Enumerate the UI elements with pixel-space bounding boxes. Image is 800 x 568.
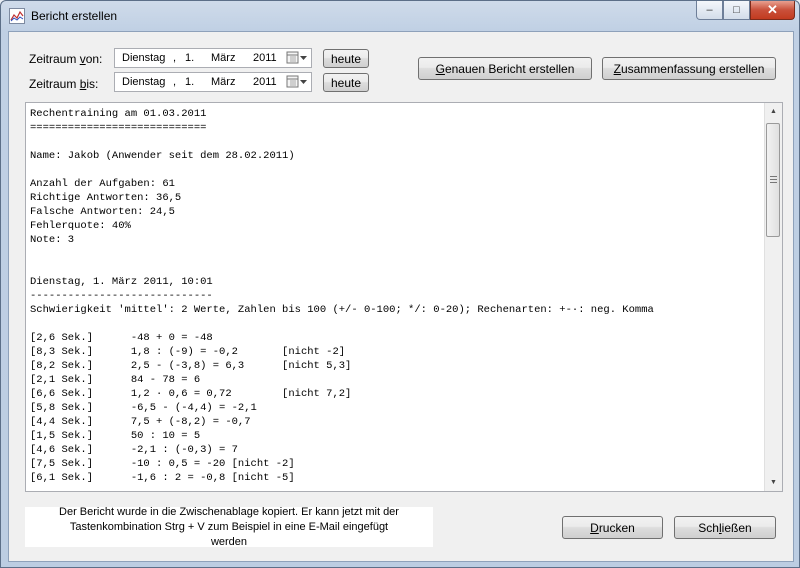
to-sep: , — [173, 76, 177, 88]
today-to-button[interactable]: heute — [323, 73, 369, 92]
minimize-icon: – — [706, 4, 713, 16]
status-text: Der Bericht wurde in die Zwischenablage … — [59, 505, 399, 548]
vertical-scrollbar[interactable]: ▲ ▼ — [764, 103, 782, 491]
minimize-button[interactable]: – — [696, 1, 723, 20]
window-title: Bericht erstellen — [31, 9, 118, 23]
calendar-icon[interactable] — [286, 51, 308, 65]
close-window-button[interactable]: ✕ — [750, 1, 795, 20]
from-year: 2011 — [253, 52, 277, 64]
report-text: Rechentraining am 01.03.2011 ===========… — [30, 108, 654, 484]
period-to-datepicker[interactable]: Dienstag , 1. März 2011 — [114, 72, 312, 92]
period-to-label: Zeitraum bis: — [29, 77, 99, 91]
report-window: Bericht erstellen – □ ✕ Zeitraum von: Di… — [0, 0, 800, 568]
period-from-label: Zeitraum von: — [29, 52, 103, 66]
to-weekday: Dienstag — [122, 76, 166, 88]
from-day: 1. — [185, 52, 195, 64]
scroll-down-icon[interactable]: ▼ — [765, 474, 782, 491]
scroll-up-icon[interactable]: ▲ — [765, 103, 782, 120]
close-icon: ✕ — [767, 2, 778, 17]
report-textarea[interactable]: Rechentraining am 01.03.2011 ===========… — [25, 102, 783, 492]
to-year: 2011 — [253, 76, 277, 88]
close-button[interactable]: Sch l ießen — [674, 516, 776, 539]
chart-icon[interactable] — [9, 8, 25, 24]
today-from-button[interactable]: heute — [323, 49, 369, 68]
maximize-button[interactable]: □ — [723, 1, 750, 20]
print-button[interactable]: Drucken — [562, 516, 663, 539]
window-controls: – □ ✕ — [696, 1, 795, 21]
from-weekday: Dienstag — [122, 52, 166, 64]
calendar-icon[interactable] — [286, 75, 308, 89]
clipboard-status-message: Der Bericht wurde in die Zwischenablage … — [25, 505, 433, 548]
dialog-client: Zeitraum von: Dienstag , 1. März 2011 he… — [8, 31, 794, 562]
from-month: März — [211, 52, 236, 64]
title-bar[interactable]: Bericht erstellen – □ ✕ — [1, 1, 799, 31]
detailed-report-button[interactable]: Genauen Bericht erstellen — [418, 57, 592, 80]
to-day: 1. — [185, 76, 195, 88]
summary-button[interactable]: Zusammenfassung erstellen — [602, 57, 776, 80]
period-from-datepicker[interactable]: Dienstag , 1. März 2011 — [114, 48, 312, 68]
maximize-icon: □ — [733, 4, 740, 16]
to-month: März — [211, 76, 236, 88]
scroll-thumb[interactable] — [766, 123, 780, 237]
from-sep: , — [173, 52, 177, 64]
